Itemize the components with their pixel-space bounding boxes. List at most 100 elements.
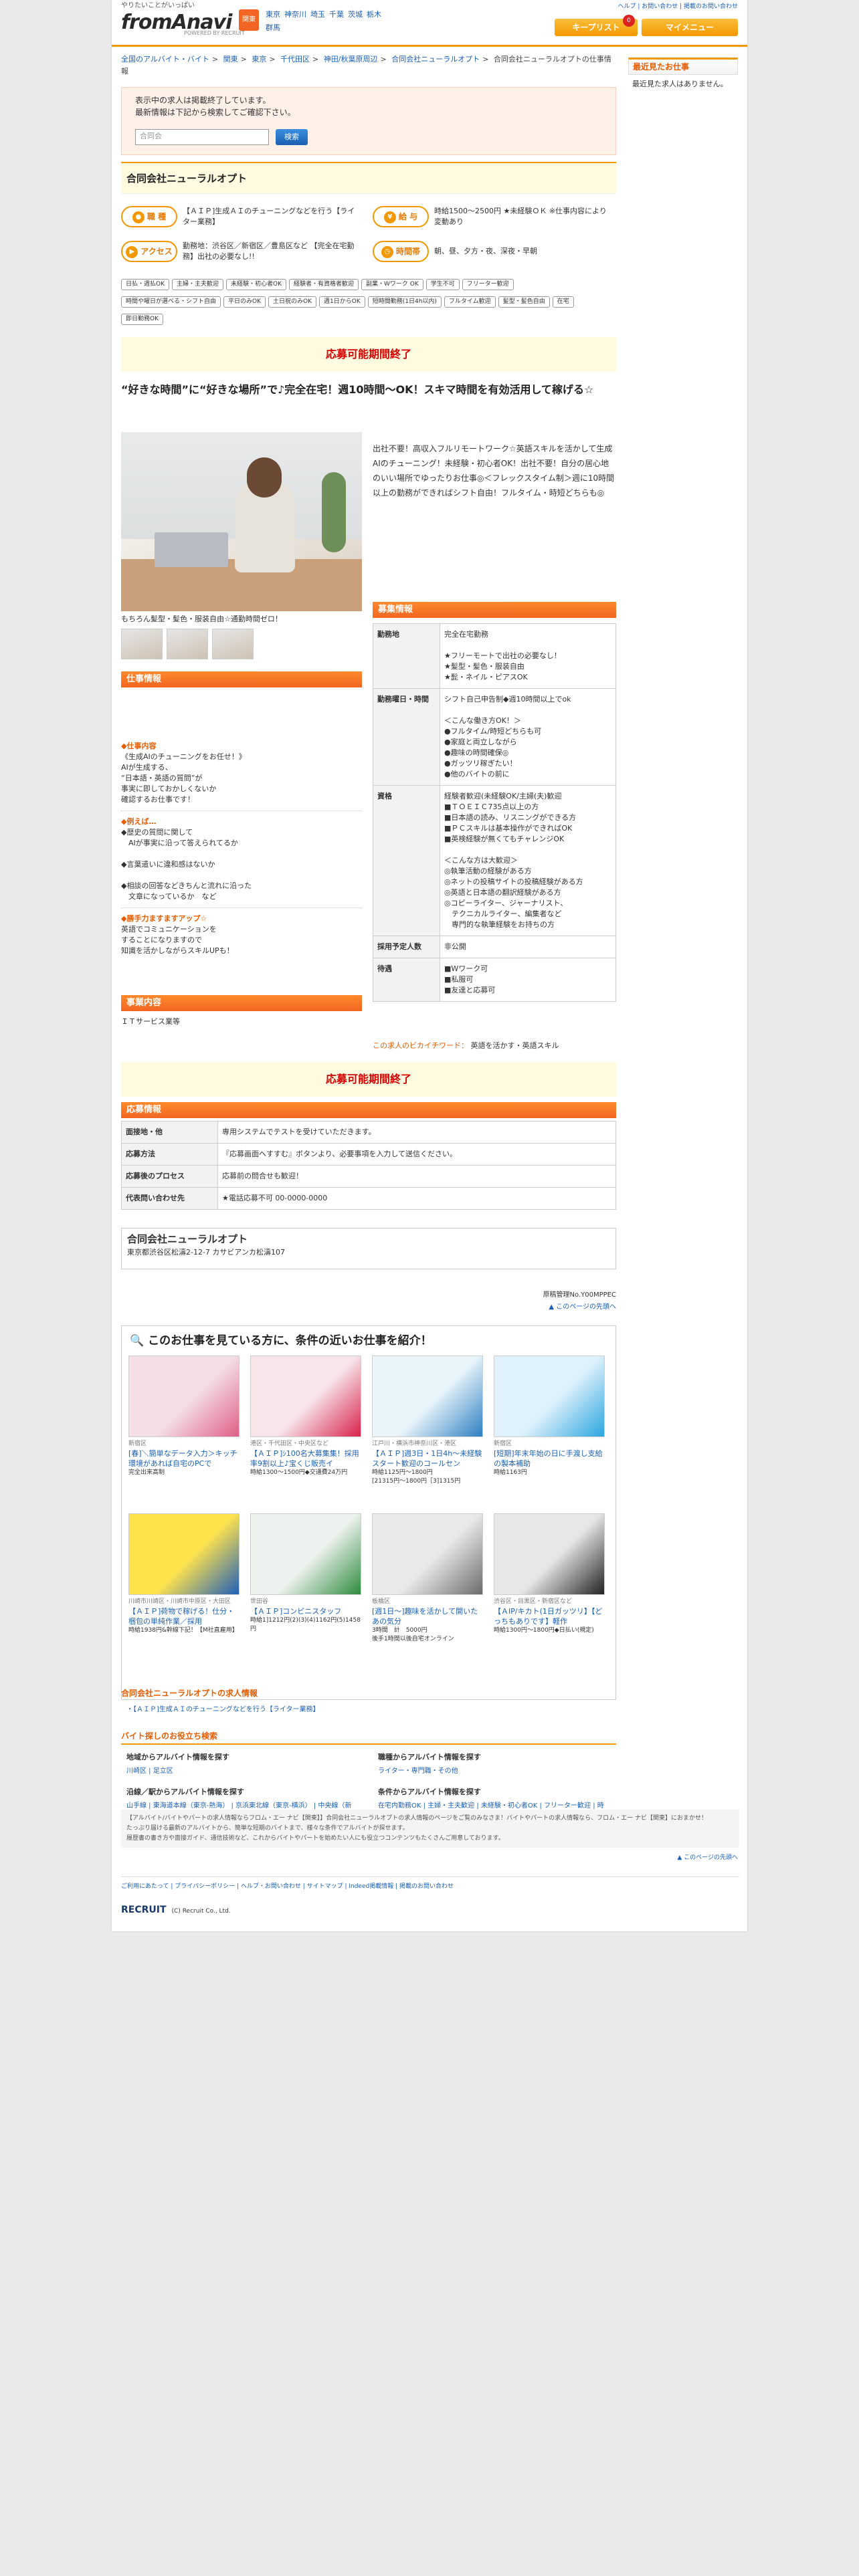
briefcase-icon: ●	[132, 211, 145, 223]
job-info-heading-item: ◆例えば…	[121, 817, 157, 826]
breadcrumb-separator: >	[380, 55, 389, 64]
closed-notice: 表示中の求人は掲載終了しています。 最新情報は下記から検索してご確認下さい。 合…	[121, 87, 616, 155]
similar-job-title[interactable]: [週1日～]趣味を活かして開いたあの気分	[372, 1606, 483, 1626]
breadcrumb: 全国のアルバイト・バイト > 関東 > 東京 > 千代田区 > 神田/秋葉原周辺 > 合同…	[121, 53, 616, 78]
similar-job-card[interactable]: 板橋区 [週1日～]趣味を活かして開いたあの気分 3時間 計 5000円 後手1時間…	[372, 1513, 483, 1644]
similar-job-location: 板橋区	[372, 1598, 391, 1605]
apply-row-value: 『応募画面へすすむ』ボタンより、必要事項を入力して送信ください。	[217, 1142, 616, 1166]
similar-job-image[interactable]	[372, 1513, 483, 1595]
top-links[interactable]: ヘルプ | お問い合わせ | 掲載のお問い合わせ	[617, 3, 738, 11]
similar-job-title[interactable]: 【ＡIP/キカト(1日ガッツリ】【どっちもありです】軽作	[494, 1606, 605, 1626]
recruit-row: 採用予定人数 非公開	[373, 936, 616, 958]
area-link[interactable]: 茨城	[348, 10, 363, 19]
thumbnail-3[interactable]	[212, 629, 254, 659]
related-heading[interactable]: 合同会社ニューラルオプトの求人情報	[121, 1688, 258, 1699]
my-menu-button[interactable]: マイメニュー	[642, 19, 738, 36]
similar-job-title[interactable]: 【ＡＩＰ]コンビニスタッフ	[250, 1606, 361, 1616]
area-link[interactable]: 神奈川	[284, 10, 306, 19]
similar-job-card[interactable]: 江戸川・横浜市神奈川区・港区 【ＡＩＰ]週3日・1日4h〜未経験スタート歓迎のコー…	[372, 1356, 483, 1486]
page-top-link[interactable]: ▲ このページの先頭へ	[543, 1301, 616, 1313]
search-group-heading: 地域からアルバイト情報を探す	[126, 1753, 229, 1761]
similar-job-wage: 時給1938円&幹線下記！【M社直雇用】	[128, 1627, 238, 1634]
similar-job-title[interactable]: [短期]年末年始の日に手渡し支給の製本補助	[494, 1448, 605, 1469]
apply-table: 面接地・他 専用システムでテストを受けていただきます。 応募方法 『応募画面へすすむ』…	[121, 1121, 616, 1210]
similar-job-title[interactable]: [春]＼簡単なデータ入力＞キッチ環境があれば自宅のPCで	[128, 1448, 240, 1469]
area-link[interactable]: 千葉	[329, 10, 344, 19]
page: やりたいことがいっぱい fromAnavi POWERED BY RECRUIT…	[112, 0, 747, 1931]
area-link[interactable]: 埼玉	[310, 10, 325, 19]
similar-job-title[interactable]: 【ＡＩＰ]ｼ100名大募集集！採用率9割以上♪宝くじ販売イ	[250, 1448, 361, 1469]
search-group-links[interactable]: 川崎区 | 足立区	[126, 1766, 354, 1776]
time-text: 朝、昼、夕方・夜、深夜・早朝	[434, 247, 537, 255]
similar-job-wage: 時給1]1212円(2)(3)(4)1162円(5)1458円	[250, 1617, 361, 1633]
main-column: 全国のアルバイト・バイト > 関東 > 東京 > 千代田区 > 神田/秋葉原周辺 > 合同…	[121, 53, 616, 1830]
recruit-row-key: 資格	[373, 785, 440, 936]
search-input[interactable]: 合同会	[135, 129, 269, 145]
similar-job-card[interactable]: 港区・千代田区・中央区など 【ＡＩＰ]ｼ100名大募集集！採用率9割以上♪宝くじ販…	[250, 1356, 361, 1477]
recruit-heading: 募集情報	[373, 602, 616, 618]
clock-icon: ◷	[381, 245, 393, 258]
job-info-paragraph: 《生成AIのチューニングをお任せ！》 AIが生成する、 “日本語・英語の質問”が…	[121, 752, 246, 804]
company-title: 合同会社ニューラルオプト	[121, 162, 616, 194]
similar-job-image[interactable]	[128, 1356, 240, 1437]
similar-job-image[interactable]	[494, 1513, 605, 1595]
similar-job-location: 江戸川・横浜市神奈川区・港区	[372, 1440, 457, 1447]
similar-job-image[interactable]	[128, 1513, 240, 1595]
yen-icon: ¥	[383, 211, 396, 223]
recruit-row-value: 非公開	[440, 936, 616, 958]
recruit-row: 待遇 ■Wワーク可 ■私服可 ■友達と応募可	[373, 958, 616, 1002]
expired-banner-bottom: 応募可能期間終了	[121, 1062, 616, 1097]
similar-job-title[interactable]: 【ＡＩＰ]週3日・1日4h〜未経験スタート歓迎のコールセン	[372, 1448, 483, 1469]
apply-row-key: 代表問い合わせ先	[121, 1186, 218, 1210]
feature-tag: 時間や曜日が選べる・シフト自由	[121, 296, 221, 308]
company-address-box: 合同会社ニューラルオプト 東京都渋谷区松濤2-12-7 カサビアンカ松濤107	[121, 1228, 616, 1269]
apply-row-value: 応募前の問合せも歓迎！	[217, 1164, 616, 1188]
skill-word: この求人のビカイチワード： 英語を活かす・英語スキル	[373, 1041, 559, 1050]
search-group: 職種からアルバイト情報を探す ライター・専門職・その他	[378, 1752, 605, 1776]
similar-job-wage: 3時間 計 5000円 後手1時間以後自宅オンライン	[372, 1627, 454, 1643]
feature-tag: 短時間勤務(1日4h以内)	[367, 296, 442, 308]
thumbnail-2[interactable]	[167, 629, 208, 659]
similar-job-wage: 完全出来高制	[128, 1469, 165, 1477]
recruit-row: 勤務曜日・時間 シフト自己申告制◆週10時間以上でok ＜こんな働き方OK！＞ ●…	[373, 688, 616, 786]
breadcrumb-item[interactable]: 合同会社ニューラルオプト	[391, 55, 480, 64]
recruit-row-value: 完全在宅勤務 ★フリーモートで出社の必要なし！ ★髪型・髪色・服装自由 ★髭・ネ…	[440, 623, 616, 689]
train-icon: ▶	[126, 245, 138, 258]
feature-tag: 即日勤務OK	[121, 314, 163, 326]
area-badge[interactable]: 関東	[239, 9, 259, 31]
similar-job-image[interactable]	[494, 1356, 605, 1437]
similar-job-card[interactable]: 新宿区 [短期]年末年始の日に手渡し支給の製本補助 時給1163円	[494, 1356, 605, 1477]
area-link[interactable]: 栃木	[367, 10, 381, 19]
breadcrumb-item[interactable]: 全国のアルバイト・バイト	[121, 55, 209, 64]
similar-job-card[interactable]: 川崎市川崎区・川崎市中原区・大田区 【ＡＩＰ]荷物で稼げる！仕分・梱包の単純作業／…	[128, 1513, 240, 1635]
breadcrumb-item[interactable]: 神田/秋葉原周辺	[324, 55, 378, 64]
footer-links[interactable]: ご利用にあたって | プライバシーポリシー | ヘルプ・お問い合わせ | サイト…	[121, 1876, 739, 1891]
search-group-links[interactable]: ライター・専門職・その他	[378, 1766, 605, 1776]
breadcrumb-item[interactable]: 東京	[252, 55, 266, 64]
similar-job-wage: 時給1300円〜1800円◆日払い(規定)	[494, 1627, 594, 1634]
area-link[interactable]: 東京	[266, 10, 280, 19]
breadcrumb-item[interactable]: 千代田区	[280, 55, 310, 64]
similar-job-title[interactable]: 【ＡＩＰ]荷物で稼げる！仕分・梱包の単純作業／採用	[128, 1606, 240, 1626]
apply-row-value: 専用システムでテストを受けていただきます。	[217, 1121, 616, 1144]
similar-job-image[interactable]	[250, 1356, 361, 1437]
main-photo[interactable]	[121, 432, 362, 611]
footer-page-top[interactable]: ▲ このページの先頭へ	[677, 1854, 738, 1862]
similar-job-image[interactable]	[250, 1513, 361, 1595]
thumbnail-1[interactable]	[121, 629, 163, 659]
company-address: 東京都渋谷区松濤2-12-7 カサビアンカ松濤107	[127, 1247, 285, 1257]
job-type-text: 【ＡＩＰ]生成ＡＩのチューニングなどを行う【ライター業務】	[183, 207, 355, 226]
breadcrumb-item[interactable]: 関東	[223, 55, 238, 64]
feature-tag: 平日のみOK	[223, 296, 266, 308]
similar-job-card[interactable]: 渋谷区・目黒区・新宿区など 【ＡIP/キカト(1日ガッツリ】【どっちもありです】軽…	[494, 1513, 605, 1635]
search-button[interactable]: 検索	[276, 129, 308, 145]
feature-tag: 副業・Wワーク OK	[361, 279, 423, 291]
area-link[interactable]: 群馬	[266, 23, 280, 32]
notice-line-2: 最新情報は下記から検索してご確認下さい。	[135, 108, 296, 117]
job-info-heading-item: ◆勝手力ますますアップ☆	[121, 914, 207, 923]
company-name: 合同会社ニューラルオプト	[127, 1233, 248, 1245]
similar-job-card[interactable]: 世田谷 【ＡＩＰ]コンビニスタッフ 時給1]1212円(2)(3)(4)1162円(…	[250, 1513, 361, 1634]
related-item[interactable]: ・【ＡＩＰ]生成ＡＩのチューニングなどを行う【ライター業務】	[126, 1705, 320, 1715]
similar-job-card[interactable]: 新宿区 [春]＼簡単なデータ入力＞キッチ環境があれば自宅のPCで 完全出来高制	[128, 1356, 240, 1477]
similar-job-image[interactable]	[372, 1356, 483, 1437]
